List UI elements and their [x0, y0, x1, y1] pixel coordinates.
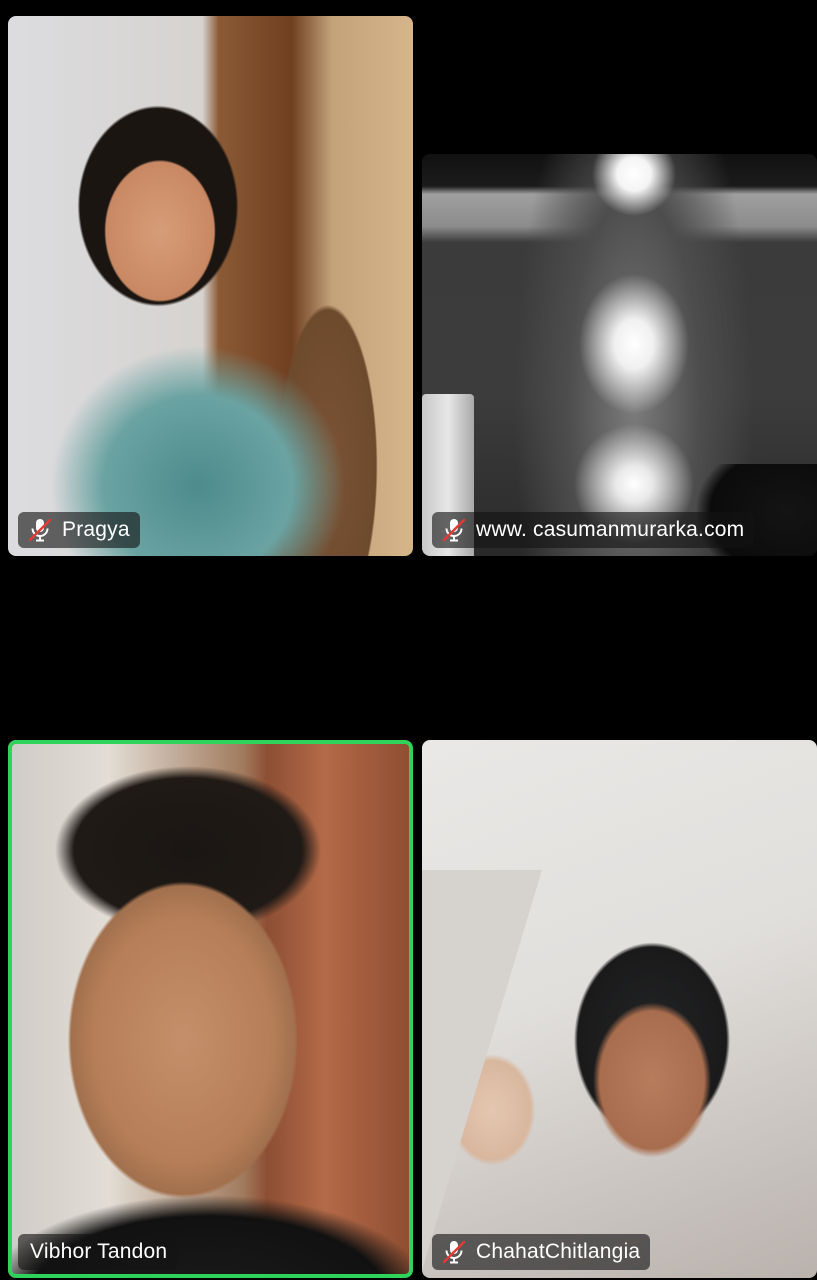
mic-muted-icon [442, 518, 466, 542]
participant-name: www. casumanmurarka.com [476, 518, 745, 541]
mic-muted-icon [442, 1240, 466, 1264]
participant-name: Vibhor Tandon [30, 1240, 168, 1263]
participant-tile-website[interactable]: www. casumanmurarka.com [422, 154, 817, 556]
participant-name-tag: ChahatChitlangia [432, 1234, 651, 1270]
participant-video [8, 740, 413, 1278]
video-background-object [422, 870, 542, 1270]
participant-video [8, 16, 413, 556]
participant-name-tag: Pragya [18, 512, 140, 548]
participant-name-tag: Vibhor Tandon [18, 1234, 178, 1270]
mic-muted-icon [28, 518, 52, 542]
participant-name: Pragya [62, 518, 130, 541]
video-call-gallery: Pragya www. casumanmurarka.com Vibhor Ta… [0, 0, 817, 1280]
participant-name-tag: www. casumanmurarka.com [432, 512, 755, 548]
participant-name: ChahatChitlangia [476, 1240, 641, 1263]
participant-tile-vibhor[interactable]: Vibhor Tandon [8, 740, 413, 1278]
participant-tile-pragya[interactable]: Pragya [8, 16, 413, 556]
participant-tile-chahat[interactable]: ChahatChitlangia [422, 740, 817, 1278]
